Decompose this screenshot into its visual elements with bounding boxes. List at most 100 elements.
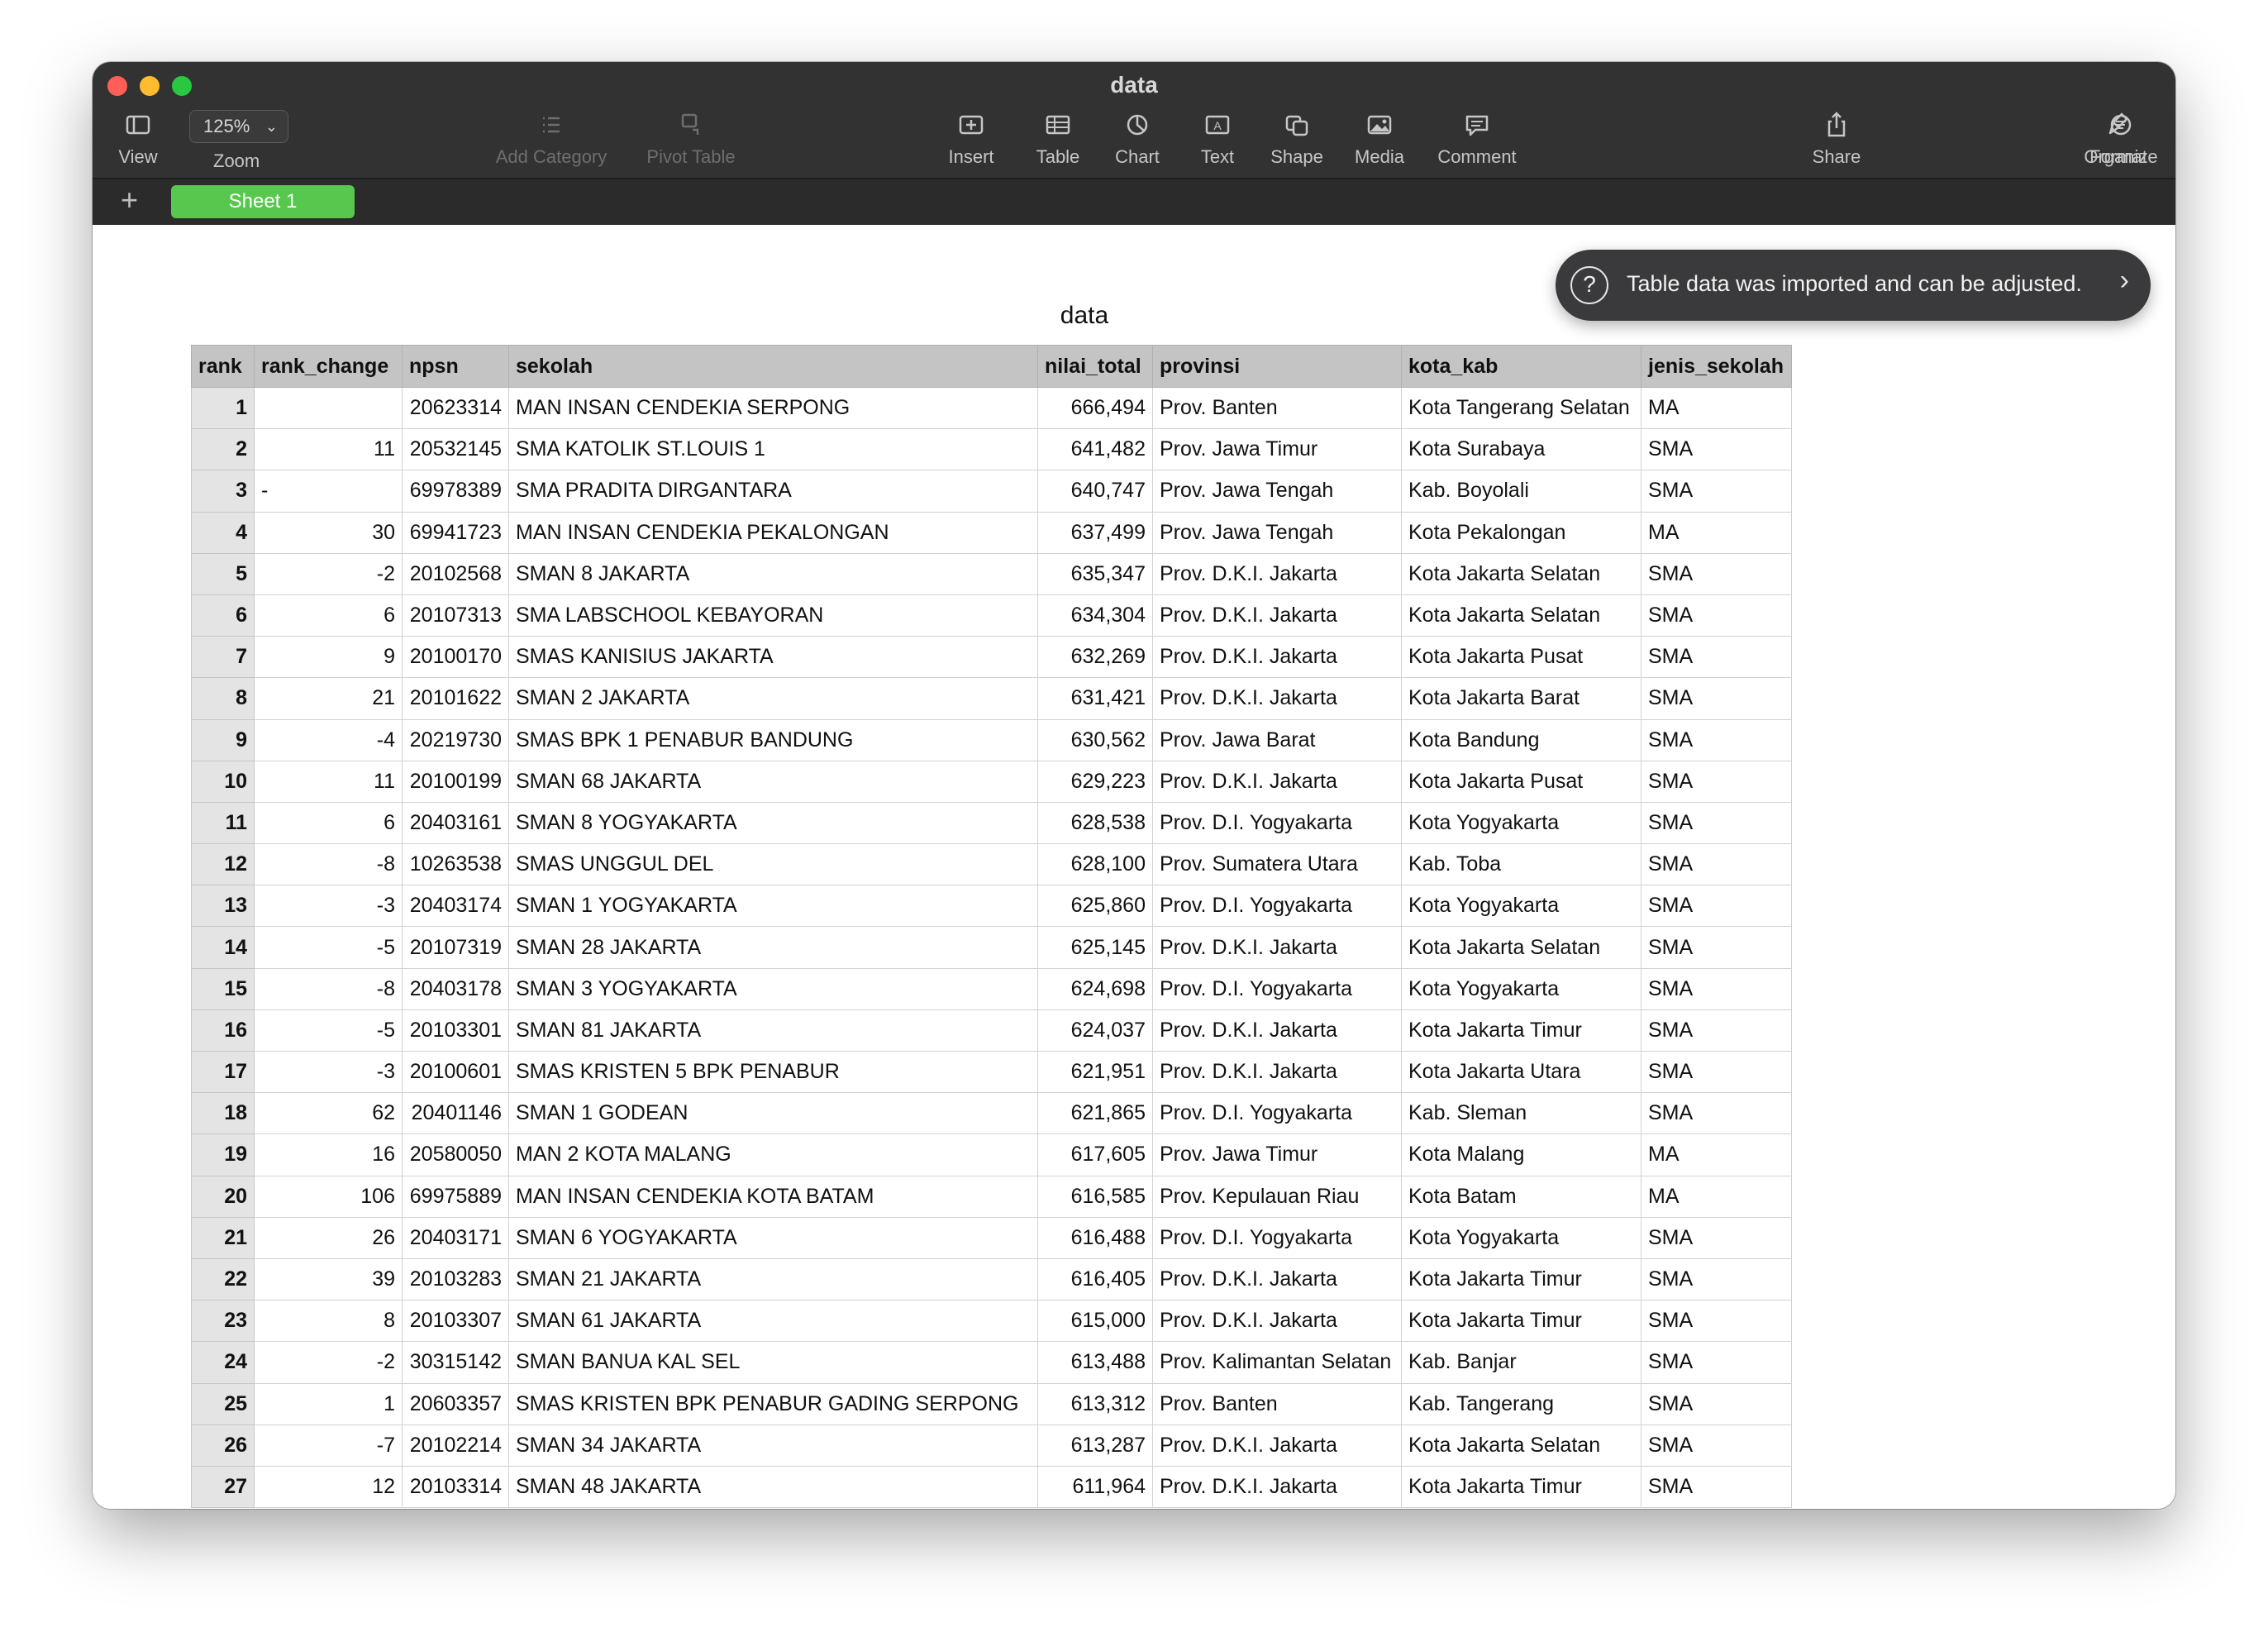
table-cell-npsn[interactable]: 10263538 <box>402 843 509 886</box>
table-cell-provinsi[interactable]: Prov. Jawa Timur <box>1152 1133 1402 1176</box>
table-cell-rank-change[interactable]: 26 <box>254 1216 403 1259</box>
table-cell-rank[interactable]: 12 <box>191 843 255 886</box>
table-cell-provinsi[interactable]: Prov. D.K.I. Jakarta <box>1152 1009 1402 1052</box>
table-cell-sekolah[interactable]: SMAS KANISIUS JAKARTA <box>508 636 1038 679</box>
table-cell-provinsi[interactable]: Prov. D.K.I. Jakarta <box>1152 1424 1402 1467</box>
table-cell-npsn[interactable]: 20403174 <box>402 885 509 928</box>
table-cell-rank-change[interactable]: 16 <box>254 1133 403 1176</box>
table-cell-sekolah[interactable]: SMAN 1 GODEAN <box>508 1092 1038 1135</box>
table-cell-rank[interactable]: 6 <box>191 594 255 637</box>
table-cell-rank[interactable]: 24 <box>191 1341 255 1384</box>
table-cell-sekolah[interactable]: SMAS KRISTEN 5 BPK PENABUR <box>508 1050 1038 1094</box>
table-cell-kota-kab[interactable]: Kota Malang <box>1401 1133 1641 1176</box>
table-cell-provinsi[interactable]: Prov. D.K.I. Jakarta <box>1152 1465 1402 1509</box>
table-cell-npsn[interactable]: 20107319 <box>402 926 509 969</box>
table-cell-kota-kab[interactable]: Kab. Banjar <box>1401 1341 1641 1384</box>
table-cell-kota-kab[interactable]: Kota Jakarta Timur <box>1401 1465 1641 1509</box>
table-cell-jenis-sekolah[interactable]: MA <box>1641 511 1792 554</box>
table-cell-npsn[interactable]: 69941723 <box>402 511 509 554</box>
table-cell-jenis-sekolah[interactable]: SMA <box>1641 1092 1792 1135</box>
table-cell-provinsi[interactable]: Prov. D.I. Yogyakarta <box>1152 885 1402 928</box>
table-cell-nilai-total[interactable]: 615,000 <box>1037 1300 1153 1343</box>
table-cell-npsn[interactable]: 20102214 <box>402 1424 509 1467</box>
table-cell-jenis-sekolah[interactable]: SMA <box>1641 926 1792 969</box>
table-cell-rank-change[interactable]: -8 <box>254 967 403 1010</box>
table-cell-kota-kab[interactable]: Kota Jakarta Selatan <box>1401 926 1641 969</box>
table-cell-npsn[interactable]: 20103314 <box>402 1465 509 1509</box>
table-cell-rank[interactable]: 7 <box>191 636 255 679</box>
comment-button[interactable]: Comment <box>1425 110 1529 168</box>
table-cell-sekolah[interactable]: MAN INSAN CENDEKIA SERPONG <box>508 386 1038 430</box>
table-cell-rank[interactable]: 27 <box>191 1465 255 1509</box>
table-cell-rank[interactable]: 5 <box>191 552 255 595</box>
table-cell-rank-change[interactable]: -3 <box>254 1050 403 1094</box>
table-cell-npsn[interactable]: 20532145 <box>402 428 509 471</box>
table-cell-kota-kab[interactable]: Kota Jakarta Selatan <box>1401 552 1641 595</box>
table-cell-npsn[interactable]: 69978389 <box>402 470 509 513</box>
table-cell-npsn[interactable]: 30315142 <box>402 1341 509 1384</box>
table-cell-jenis-sekolah[interactable]: SMA <box>1641 1465 1792 1509</box>
table-cell-kota-kab[interactable]: Kota Yogyakarta <box>1401 801 1641 845</box>
table-cell-jenis-sekolah[interactable]: SMA <box>1641 967 1792 1010</box>
table-cell-rank[interactable]: 9 <box>191 718 255 761</box>
table-cell-nilai-total[interactable]: 637,499 <box>1037 511 1153 554</box>
table-cell-rank[interactable]: 16 <box>191 1009 255 1052</box>
table-cell-provinsi[interactable]: Prov. Sumatera Utara <box>1152 843 1402 886</box>
table-cell-rank-change[interactable]: 62 <box>254 1092 403 1135</box>
table-cell-nilai-total[interactable]: 666,494 <box>1037 386 1153 430</box>
table-cell-jenis-sekolah[interactable]: MA <box>1641 1133 1792 1176</box>
view-button[interactable]: View <box>109 110 167 168</box>
table-cell-kota-kab[interactable]: Kab. Boyolali <box>1401 470 1641 513</box>
table-cell-nilai-total[interactable]: 616,488 <box>1037 1216 1153 1259</box>
table-cell-rank[interactable]: 20 <box>191 1175 255 1218</box>
table-cell-kota-kab[interactable]: Kota Surabaya <box>1401 428 1641 471</box>
table-cell-nilai-total[interactable]: 621,951 <box>1037 1050 1153 1094</box>
table-cell-provinsi[interactable]: Prov. Banten <box>1152 386 1402 430</box>
table-cell-jenis-sekolah[interactable]: SMA <box>1641 760 1792 803</box>
table-cell-jenis-sekolah[interactable]: SMA <box>1641 1216 1792 1259</box>
table-cell-provinsi[interactable]: Prov. Jawa Tengah <box>1152 470 1402 513</box>
insert-button[interactable]: Insert <box>938 110 1004 168</box>
table-cell-rank[interactable]: 14 <box>191 926 255 969</box>
table-cell-nilai-total[interactable]: 624,698 <box>1037 967 1153 1010</box>
table-cell-nilai-total[interactable]: 631,421 <box>1037 677 1153 720</box>
table-cell-rank-change[interactable]: -8 <box>254 843 403 886</box>
table-cell-provinsi[interactable]: Prov. Jawa Tengah <box>1152 511 1402 554</box>
table-cell-nilai-total[interactable]: 621,865 <box>1037 1092 1153 1135</box>
table-cell-kota-kab[interactable]: Kota Yogyakarta <box>1401 1216 1641 1259</box>
table-cell-kota-kab[interactable]: Kota Tangerang Selatan <box>1401 386 1641 430</box>
zoom-select[interactable]: 125% ⌄ <box>189 110 288 143</box>
table-cell-sekolah[interactable]: MAN 2 KOTA MALANG <box>508 1133 1038 1176</box>
table-cell-rank-change[interactable]: -2 <box>254 552 403 595</box>
table-cell-npsn[interactable]: 20580050 <box>402 1133 509 1176</box>
column-header[interactable]: jenis_sekolah <box>1641 345 1792 388</box>
table-cell-rank-change[interactable]: - <box>254 470 403 513</box>
table-cell-jenis-sekolah[interactable]: SMA <box>1641 552 1792 595</box>
table-cell-rank[interactable]: 11 <box>191 801 255 845</box>
column-header[interactable]: rank <box>191 345 255 388</box>
table-cell-kota-kab[interactable]: Kota Jakarta Barat <box>1401 677 1641 720</box>
table-cell-nilai-total[interactable]: 625,145 <box>1037 926 1153 969</box>
table-cell-jenis-sekolah[interactable]: SMA <box>1641 1382 1792 1425</box>
table-cell-jenis-sekolah[interactable]: SMA <box>1641 1424 1792 1467</box>
table-cell-rank[interactable]: 8 <box>191 677 255 720</box>
table-cell-npsn[interactable]: 20103301 <box>402 1009 509 1052</box>
table-cell-jenis-sekolah[interactable]: SMA <box>1641 1257 1792 1301</box>
table-cell-sekolah[interactable]: SMAN BANUA KAL SEL <box>508 1341 1038 1384</box>
shape-button[interactable]: Shape <box>1261 110 1332 168</box>
table-cell-jenis-sekolah[interactable]: SMA <box>1641 428 1792 471</box>
table-cell-jenis-sekolah[interactable]: SMA <box>1641 470 1792 513</box>
table-cell-provinsi[interactable]: Prov. D.I. Yogyakarta <box>1152 801 1402 845</box>
table-cell-provinsi[interactable]: Prov. D.K.I. Jakarta <box>1152 1257 1402 1301</box>
table-cell-sekolah[interactable]: SMAS KRISTEN BPK PENABUR GADING SERPONG <box>508 1382 1038 1425</box>
organize-button[interactable]: Organize <box>2080 110 2162 168</box>
chevron-right-icon[interactable]: › <box>2120 265 2129 297</box>
table-cell-rank-change[interactable]: -7 <box>254 1424 403 1467</box>
table-cell-sekolah[interactable]: SMAS BPK 1 PENABUR BANDUNG <box>508 718 1038 761</box>
table-cell-nilai-total[interactable]: 616,585 <box>1037 1175 1153 1218</box>
table-cell-kota-kab[interactable]: Kab. Sleman <box>1401 1092 1641 1135</box>
table-cell-kota-kab[interactable]: Kota Jakarta Selatan <box>1401 1424 1641 1467</box>
table-cell-sekolah[interactable]: SMAN 2 JAKARTA <box>508 677 1038 720</box>
table-cell-nilai-total[interactable]: 630,562 <box>1037 718 1153 761</box>
table-cell-sekolah[interactable]: MAN INSAN CENDEKIA KOTA BATAM <box>508 1175 1038 1218</box>
